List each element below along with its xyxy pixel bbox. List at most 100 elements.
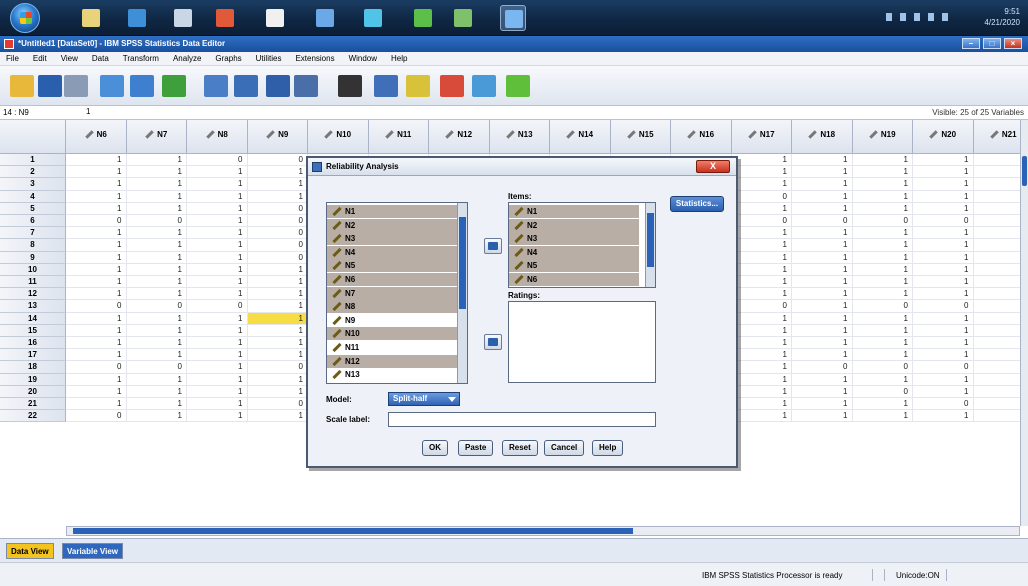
data-cell[interactable]: 1	[187, 288, 248, 301]
undo-icon[interactable]	[130, 75, 154, 97]
data-cell[interactable]: 1	[66, 251, 127, 264]
data-cell[interactable]: 1	[913, 178, 974, 191]
data-cell[interactable]: 1	[187, 324, 248, 337]
row-header[interactable]: 20	[0, 385, 66, 398]
model-select[interactable]: Split-half	[388, 392, 460, 406]
data-cell[interactable]: 0	[913, 300, 974, 313]
data-cell[interactable]: 1	[66, 227, 127, 240]
data-cell[interactable]: 1	[852, 410, 913, 423]
cell-value-input[interactable]: 1	[86, 107, 90, 116]
column-header[interactable]: N15	[610, 120, 671, 154]
data-cell[interactable]: 1	[187, 398, 248, 411]
row-header[interactable]: 19	[0, 373, 66, 386]
taskbar-app-button[interactable]	[124, 5, 150, 31]
source-variable-list[interactable]: N1 N2 N3 N4 N5 N6 N7 N8 N9 N10 N11 N12 N13	[326, 202, 468, 384]
data-cell[interactable]: 1	[913, 385, 974, 398]
row-header[interactable]: 8	[0, 239, 66, 252]
row-header[interactable]: 17	[0, 349, 66, 362]
data-cell[interactable]: 1	[792, 239, 853, 252]
data-cell[interactable]: 1	[792, 166, 853, 179]
data-cell[interactable]: 1	[913, 373, 974, 386]
data-cell[interactable]: 1	[126, 288, 187, 301]
data-cell[interactable]: 1	[187, 263, 248, 276]
data-cell[interactable]: 1	[187, 190, 248, 203]
source-variable-item[interactable]: N9	[327, 314, 457, 327]
column-header[interactable]: N7	[126, 120, 187, 154]
data-cell[interactable]: 1	[731, 202, 792, 215]
find-icon[interactable]	[338, 75, 362, 97]
data-cell[interactable]: 1	[731, 239, 792, 252]
data-cell[interactable]: 1	[187, 373, 248, 386]
data-cell[interactable]: 0	[247, 251, 308, 264]
data-cell[interactable]: 1	[66, 349, 127, 362]
source-variable-item[interactable]: N8	[327, 300, 457, 314]
data-cell[interactable]: 1	[792, 398, 853, 411]
item-variable[interactable]: N4	[509, 245, 639, 259]
data-cell[interactable]: 1	[913, 154, 974, 167]
column-header[interactable]: N9	[247, 120, 308, 154]
value-labels-icon[interactable]	[506, 75, 530, 97]
data-cell[interactable]: 0	[247, 361, 308, 374]
goto-case-icon[interactable]	[204, 75, 228, 97]
data-cell[interactable]: 1	[187, 239, 248, 252]
row-header[interactable]: 9	[0, 251, 66, 264]
data-cell[interactable]: 1	[792, 373, 853, 386]
data-cell[interactable]: 1	[187, 312, 248, 325]
taskbar-app-button[interactable]	[312, 5, 338, 31]
source-variable-item[interactable]: N2	[327, 218, 457, 232]
data-cell[interactable]: 1	[126, 373, 187, 386]
menu-window[interactable]: Window	[349, 54, 377, 63]
statistics-button[interactable]: Statistics...	[670, 196, 724, 212]
clock[interactable]: 9:51 4/21/2020	[984, 6, 1020, 30]
data-cell[interactable]: 1	[731, 166, 792, 179]
insert-variable-icon[interactable]	[406, 75, 430, 97]
data-cell[interactable]: 1	[66, 154, 127, 167]
taskbar-app-button[interactable]	[262, 5, 288, 31]
data-cell[interactable]: 0	[731, 215, 792, 228]
data-cell[interactable]: 1	[731, 385, 792, 398]
data-cell[interactable]: 1	[913, 349, 974, 362]
data-cell[interactable]: 1	[852, 337, 913, 350]
data-cell[interactable]: 1	[731, 154, 792, 167]
data-cell[interactable]: 1	[126, 239, 187, 252]
column-header[interactable]: N11	[368, 120, 429, 154]
column-header[interactable]: N19	[852, 120, 913, 154]
data-cell[interactable]: 1	[247, 276, 308, 289]
data-cell[interactable]: 1	[66, 276, 127, 289]
data-cell[interactable]: 1	[731, 324, 792, 337]
menu-data[interactable]: Data	[92, 54, 109, 63]
taskbar-app-button[interactable]	[500, 5, 526, 31]
data-cell[interactable]: 1	[731, 276, 792, 289]
save-icon[interactable]	[38, 75, 62, 97]
data-cell[interactable]: 1	[852, 154, 913, 167]
source-list-scroll-thumb[interactable]	[459, 217, 466, 309]
column-header[interactable]: N14	[550, 120, 611, 154]
source-variable-item[interactable]: N7	[327, 286, 457, 300]
data-cell[interactable]: 1	[792, 202, 853, 215]
data-cell[interactable]: 0	[247, 227, 308, 240]
data-cell[interactable]: 1	[852, 239, 913, 252]
data-cell[interactable]: 1	[126, 349, 187, 362]
row-header[interactable]: 7	[0, 227, 66, 240]
data-cell[interactable]: 1	[247, 263, 308, 276]
data-cell[interactable]: 0	[731, 300, 792, 313]
data-cell[interactable]: 0	[247, 398, 308, 411]
data-cell[interactable]: 1	[731, 337, 792, 350]
row-header[interactable]: 21	[0, 398, 66, 411]
maximize-button[interactable]: □	[983, 38, 1001, 49]
data-cell[interactable]: 1	[187, 202, 248, 215]
run-descriptives-icon[interactable]	[294, 75, 318, 97]
data-cell[interactable]: 1	[126, 312, 187, 325]
menu-analyze[interactable]: Analyze	[173, 54, 201, 63]
data-cell[interactable]: 1	[66, 166, 127, 179]
data-cell[interactable]: 1	[731, 410, 792, 423]
data-cell[interactable]: 1	[247, 190, 308, 203]
menu-graphs[interactable]: Graphs	[215, 54, 241, 63]
menu-help[interactable]: Help	[391, 54, 407, 63]
help-button[interactable]: Help	[592, 440, 624, 456]
data-cell[interactable]: 1	[913, 324, 974, 337]
source-variable-item[interactable]: N10	[327, 327, 457, 341]
data-cell[interactable]: 1	[247, 373, 308, 386]
data-cell[interactable]: 1	[792, 300, 853, 313]
data-cell[interactable]: 1	[66, 385, 127, 398]
